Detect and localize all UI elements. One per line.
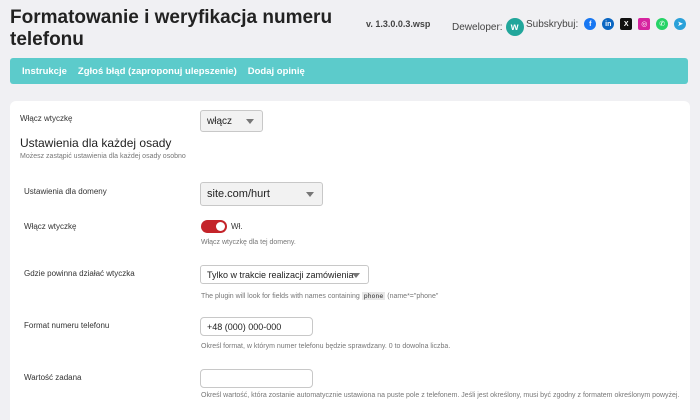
- per-site-heading: Ustawienia dla każdej osady: [20, 136, 172, 150]
- page-header: Formatowanie i weryfikacja numeru telefo…: [0, 0, 700, 56]
- where-value: Tylko w trakcie realizacji zamówienia: [207, 269, 354, 280]
- chevron-down-icon: [246, 119, 254, 124]
- facebook-icon[interactable]: f: [584, 18, 597, 30]
- version-label: v. 1.3.0.0.3.wsp: [366, 19, 431, 29]
- domain-enable-toggle[interactable]: [201, 220, 227, 233]
- where-help-pre: The plugin will look for fields with nam…: [201, 293, 360, 300]
- where-help: The plugin will look for fields with nam…: [201, 291, 438, 302]
- toggle-state-label: Wł.: [231, 222, 243, 231]
- chevron-down-icon: [352, 272, 360, 278]
- default-value-help: Określ wartość, która zostanie automatyc…: [201, 392, 680, 399]
- subscribe-block: Subskrybuj: f in X ◎ ✆ ➤: [526, 18, 687, 30]
- where-label: Gdzie powinna działać wtyczka: [24, 269, 135, 278]
- subscribe-label: Subskrybuj:: [526, 18, 579, 30]
- where-select[interactable]: Tylko w trakcie realizacji zamówienia: [200, 265, 369, 284]
- top-nav: Instrukcje Zgłoś błąd (zaproponuj ulepsz…: [10, 58, 688, 84]
- nav-instructions[interactable]: Instrukcje: [22, 66, 67, 77]
- settings-panel: Włącz wtyczkę włącz Ustawienia dla każde…: [10, 101, 690, 420]
- domain-label: Ustawienia dla domeny: [24, 187, 107, 196]
- whatsapp-icon[interactable]: ✆: [656, 18, 669, 30]
- where-help-code: phone: [361, 292, 386, 300]
- telegram-icon[interactable]: ➤: [674, 18, 687, 30]
- domain-value: site.com/hurt: [207, 188, 270, 200]
- developer-label: Deweloper:: [452, 21, 503, 33]
- chevron-down-icon: [306, 192, 314, 197]
- format-help: Określ format, w którym numer telefonu b…: [201, 343, 451, 350]
- nav-report-bug[interactable]: Zgłoś błąd (zaproponuj ulepszenie): [78, 66, 237, 77]
- toggle-help: Włącz wtyczkę dla tej domeny.: [201, 239, 296, 246]
- per-site-help: Możesz zastąpić ustawienia dla każdej os…: [20, 153, 186, 160]
- format-input[interactable]: +48 (000) 000-000: [200, 317, 313, 336]
- instagram-icon[interactable]: ◎: [638, 18, 651, 30]
- domain-enable-label: Włącz wtyczkę: [24, 222, 77, 231]
- default-value-label: Wartość zadana: [24, 373, 82, 382]
- where-help-post: (name*="phone": [387, 293, 439, 300]
- linkedin-icon[interactable]: in: [602, 18, 615, 30]
- developer-block: Deweloper: w: [452, 18, 524, 36]
- domain-select[interactable]: site.com/hurt: [200, 182, 323, 206]
- developer-logo-icon[interactable]: w: [505, 18, 524, 36]
- toggle-knob: [216, 222, 225, 231]
- x-icon[interactable]: X: [620, 18, 633, 30]
- format-label: Format numeru telefonu: [24, 321, 110, 330]
- nav-add-review[interactable]: Dodaj opinię: [248, 66, 305, 77]
- enable-plugin-value: włącz: [207, 115, 233, 127]
- enable-plugin-select[interactable]: włącz: [200, 110, 263, 132]
- enable-plugin-label: Włącz wtyczkę: [20, 114, 73, 123]
- default-value-input[interactable]: [200, 369, 313, 388]
- page-title: Formatowanie i weryfikacja numeru telefo…: [10, 7, 333, 50]
